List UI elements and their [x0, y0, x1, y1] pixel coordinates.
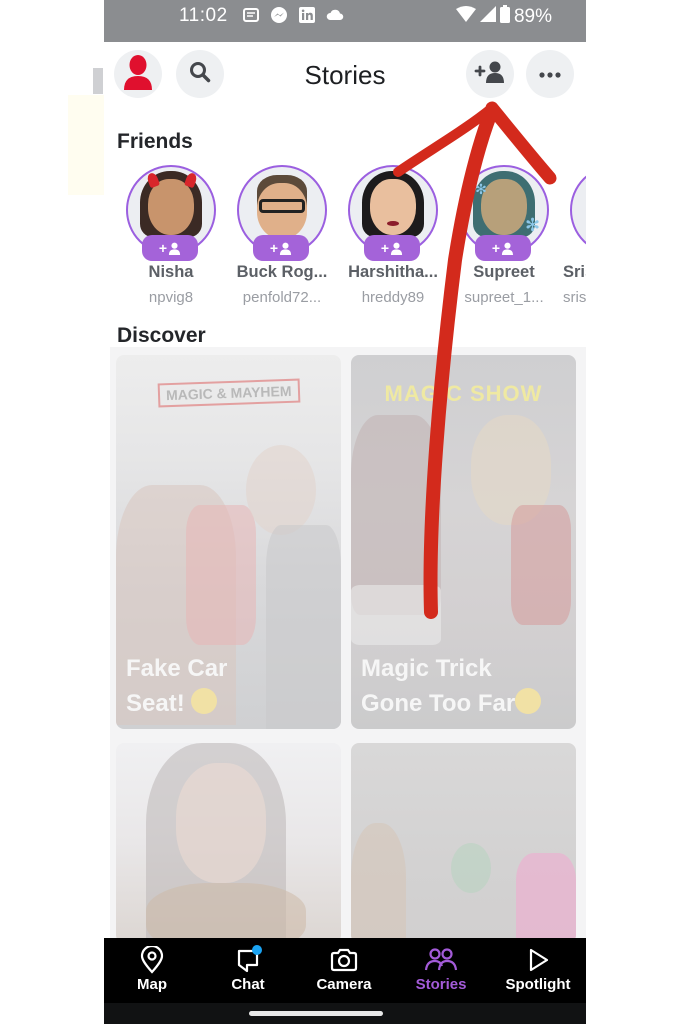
discover-card[interactable]: MAGIC & MAYHEM Fake Car Seat! — [116, 355, 341, 729]
add-friend-badge[interactable]: + — [364, 235, 420, 261]
card-title: Fake Car Seat! — [126, 655, 228, 717]
news-icon — [242, 6, 260, 24]
discover-card[interactable] — [116, 743, 341, 943]
phone-screen: 11:02 89% Stories Friends + Nisha npvig8… — [104, 0, 586, 1024]
battery-icon — [499, 5, 510, 29]
nav-spotlight[interactable]: Spotlight — [490, 946, 586, 993]
friend-name: Harshitha... — [348, 263, 438, 281]
friends-list: + Nisha npvig8 + Buck Rog... penfold72..… — [117, 165, 586, 315]
friend-username: npvig8 — [148, 289, 194, 306]
cloud-icon — [326, 6, 344, 24]
rolling-laughing-emoji — [191, 688, 218, 714]
person-icon — [169, 242, 181, 255]
friend-username: penfold72... — [242, 289, 322, 306]
camera-icon — [330, 948, 358, 972]
home-gesture-bar[interactable] — [249, 1011, 383, 1016]
friends-section-title: Friends — [117, 130, 193, 153]
person-icon — [280, 242, 292, 255]
friend-avatar — [570, 165, 586, 255]
background-artifact — [68, 95, 104, 195]
header: Stories — [104, 42, 586, 112]
friend-username: supreet_1... — [464, 289, 544, 306]
card-title: Magic Trick Gone Too Far — [361, 651, 566, 721]
expressionless-emoji — [515, 688, 542, 714]
spotlight-icon — [529, 948, 549, 972]
more-button[interactable] — [526, 50, 574, 98]
add-friend-badge[interactable]: + — [475, 235, 531, 261]
wifi-icon — [455, 6, 476, 28]
card-brand: MAGIC SHOW — [384, 381, 543, 406]
chat-unread-dot — [252, 945, 262, 955]
bottom-nav: Map Chat Camera Stories Spotlight — [104, 938, 586, 1003]
discover-section-title: Discover — [117, 324, 206, 347]
discover-card[interactable]: MAGIC SHOW Magic Trick Gone Too Far — [351, 355, 576, 729]
nav-stories[interactable]: Stories — [393, 946, 489, 993]
battery-percent: 89% — [513, 6, 552, 27]
background-artifact — [93, 68, 103, 94]
friend-username: hreddy89 — [361, 289, 425, 306]
map-pin-icon — [140, 946, 164, 974]
status-bar: 11:02 89% — [104, 0, 586, 42]
friend-name: Supreet — [473, 263, 535, 281]
friend-name: Sris — [563, 263, 586, 281]
status-right: 89% — [455, 5, 552, 29]
friend-username: sris — [563, 289, 586, 306]
more-icon — [539, 65, 561, 83]
add-friend-badge[interactable]: + — [253, 235, 309, 261]
friend-name: Buck Rog... — [236, 263, 328, 281]
person-icon — [502, 242, 514, 255]
card-brand: MAGIC & MAYHEM — [116, 378, 341, 408]
notification-icons — [242, 6, 344, 24]
discover-card[interactable] — [351, 743, 576, 943]
gesture-area — [104, 1003, 586, 1024]
nav-camera[interactable]: Camera — [296, 946, 392, 993]
signal-icon — [479, 6, 496, 28]
person-icon — [391, 242, 403, 255]
linkedin-icon — [298, 6, 316, 24]
add-friend-icon — [474, 60, 506, 89]
nav-map[interactable]: Map — [104, 946, 200, 993]
friend-name: Nisha — [148, 263, 194, 281]
nav-chat[interactable]: Chat — [200, 945, 296, 993]
stories-icon — [424, 948, 458, 971]
add-friend-badge[interactable]: + — [142, 235, 198, 261]
status-time: 11:02 — [179, 5, 228, 26]
add-friend-button[interactable] — [466, 50, 514, 98]
messenger-icon — [270, 6, 288, 24]
